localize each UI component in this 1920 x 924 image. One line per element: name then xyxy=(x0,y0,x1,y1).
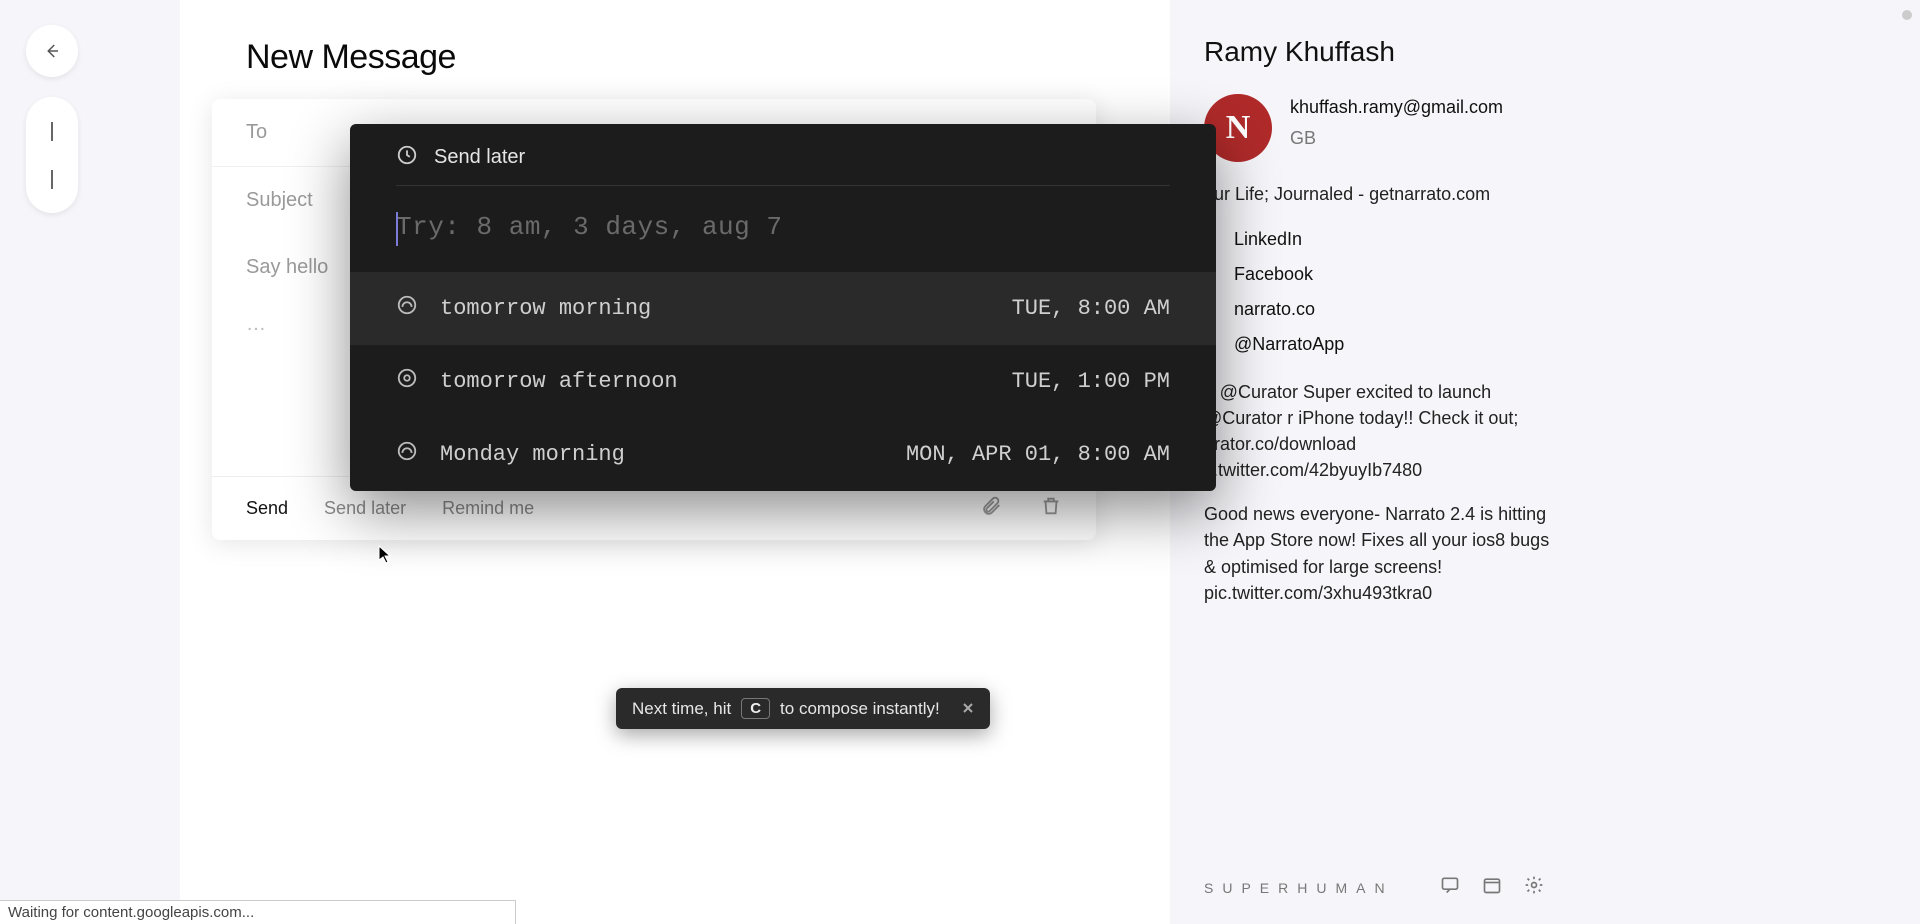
contact-country: GB xyxy=(1290,125,1503,152)
sun-icon xyxy=(396,367,418,396)
send-later-popover: Send later Try: 8 am, 3 days, aug 7 tomo… xyxy=(350,124,1216,491)
back-button[interactable] xyxy=(26,25,78,77)
option-time: TUE, 1:00 PM xyxy=(1012,369,1170,394)
social-twitter[interactable]: @NarratoApp xyxy=(1204,334,1568,355)
notifications-button[interactable] xyxy=(1440,875,1460,900)
prev-button[interactable] xyxy=(51,122,53,140)
attach-button[interactable] xyxy=(980,495,1002,522)
send-later-placeholder: Try: 8 am, 3 days, aug 7 xyxy=(396,212,782,242)
prev-next-pill xyxy=(26,97,78,213)
option-label: Monday morning xyxy=(440,442,625,467)
to-label: To xyxy=(246,121,267,144)
discard-button[interactable] xyxy=(1040,495,1062,522)
paperclip-icon xyxy=(980,495,1002,517)
chevron-down-icon xyxy=(51,170,53,189)
popover-title: Send later xyxy=(434,146,525,169)
chevron-up-icon xyxy=(51,122,53,141)
compose-tip-toast: Next time, hit C to compose instantly! xyxy=(616,688,990,729)
toast-prefix: Next time, hit xyxy=(632,699,731,719)
remind-me-button[interactable]: Remind me xyxy=(442,498,534,519)
option-time: MON, APR 01, 8:00 AM xyxy=(906,442,1170,467)
social-list: LinkedIn Facebook narrato.co @NarratoApp xyxy=(1204,229,1568,355)
mouse-cursor xyxy=(378,545,392,570)
clock-icon xyxy=(396,144,418,171)
text-cursor xyxy=(396,212,398,246)
send-later-button[interactable]: Send later xyxy=(324,498,406,519)
send-button[interactable]: Send xyxy=(246,498,288,519)
option-label: tomorrow morning xyxy=(440,296,651,321)
toast-close-button[interactable] xyxy=(962,699,974,719)
brand-wordmark: SUPERHUMAN xyxy=(1204,880,1394,896)
social-website[interactable]: narrato.co xyxy=(1204,299,1568,320)
send-later-option-0[interactable]: tomorrow morning TUE, 8:00 AM xyxy=(350,272,1216,345)
sunrise-icon xyxy=(396,440,418,469)
contact-email[interactable]: khuffash.ramy@gmail.com xyxy=(1290,94,1503,121)
chat-icon xyxy=(1440,875,1460,895)
send-later-input[interactable]: Try: 8 am, 3 days, aug 7 xyxy=(350,186,1216,272)
send-later-option-2[interactable]: Monday morning MON, APR 01, 8:00 AM xyxy=(350,418,1216,491)
gear-icon xyxy=(1524,875,1544,895)
contact-bio: our Life; Journaled - getnarrato.com xyxy=(1204,184,1568,205)
option-label: tomorrow afternoon xyxy=(440,369,678,394)
social-linkedin[interactable]: LinkedIn xyxy=(1204,229,1568,250)
contact-sidebar: Ramy Khuffash N khuffash.ramy@gmail.com … xyxy=(1170,0,1568,924)
tweet-2: Good news everyone- Narrato 2.4 is hitti… xyxy=(1204,501,1568,605)
tweet-1: T @Curator Super excited to launch @Cura… xyxy=(1204,379,1568,483)
calendar-icon xyxy=(1482,875,1502,895)
send-later-option-1[interactable]: tomorrow afternoon TUE, 1:00 PM xyxy=(350,345,1216,418)
scrollbar-thumb[interactable] xyxy=(1902,10,1912,20)
toast-key: C xyxy=(741,698,770,719)
settings-button[interactable] xyxy=(1524,875,1544,900)
toast-suffix: to compose instantly! xyxy=(780,699,940,719)
close-icon xyxy=(962,702,974,714)
calendar-button[interactable] xyxy=(1482,875,1502,900)
trash-icon xyxy=(1040,495,1062,517)
sunrise-icon xyxy=(396,294,418,323)
option-time: TUE, 8:00 AM xyxy=(1012,296,1170,321)
next-button[interactable] xyxy=(51,170,53,188)
social-facebook[interactable]: Facebook xyxy=(1204,264,1568,285)
subject-label: Subject xyxy=(246,189,313,212)
contact-name: Ramy Khuffash xyxy=(1204,36,1568,68)
arrow-left-icon xyxy=(43,42,61,60)
page-title: New Message xyxy=(246,38,1134,77)
browser-status-bar: Waiting for content.googleapis.com... xyxy=(0,900,516,924)
